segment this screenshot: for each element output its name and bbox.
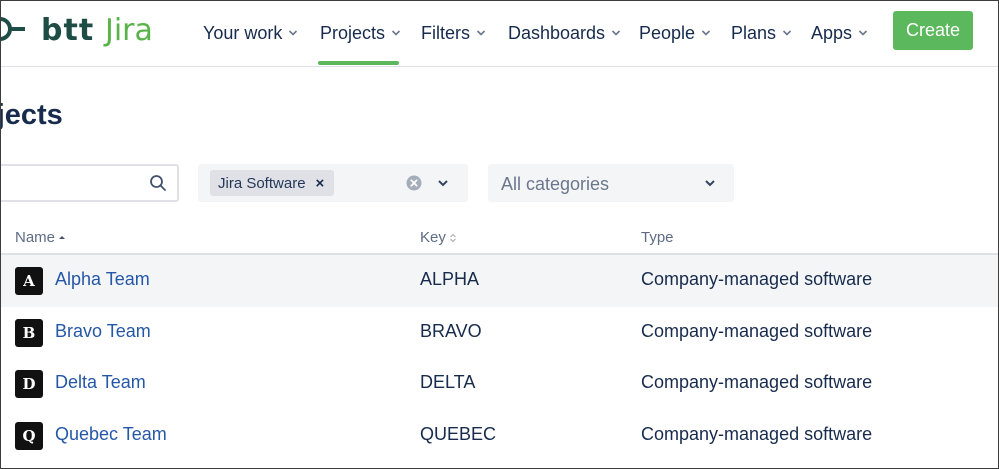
project-type: Company-managed software xyxy=(641,372,873,392)
chevron-down-icon xyxy=(289,30,298,36)
project-key: DELTA xyxy=(420,372,476,392)
project-avatar: A xyxy=(15,267,43,295)
chevron-down-icon[interactable] xyxy=(437,177,449,189)
nav-projects-label: Projects xyxy=(320,22,386,43)
create-button[interactable]: Create xyxy=(893,11,973,50)
top-navigation: btt Jira Your work Projects Filters Dash… xyxy=(1,1,998,67)
logo-mark-icon xyxy=(1,17,25,41)
nav-filters[interactable]: Filters xyxy=(421,19,486,47)
nav-projects[interactable]: Projects xyxy=(320,19,401,47)
table-row: B Bravo Team BRAVO Company-managed softw… xyxy=(1,307,998,359)
project-avatar: D xyxy=(15,370,43,398)
search-icon[interactable] xyxy=(149,174,167,192)
page-title: ojects xyxy=(1,99,63,131)
chevron-down-icon xyxy=(476,30,486,36)
logo-text-jira: Jira xyxy=(105,13,153,48)
column-header-type: Type xyxy=(641,229,674,246)
product-filter-tag: Jira Software × xyxy=(210,170,335,196)
chevron-down-icon xyxy=(701,30,711,36)
chevron-down-icon xyxy=(391,30,401,36)
chevron-down-icon xyxy=(782,30,792,36)
sort-icon xyxy=(449,233,456,242)
project-key: QUEBEC xyxy=(420,424,497,444)
project-name-link[interactable]: Bravo Team xyxy=(55,321,151,342)
nav-dashboards-label: Dashboards xyxy=(508,22,606,43)
project-name-link[interactable]: Alpha Team xyxy=(55,269,150,290)
column-header-type-label: Type xyxy=(641,229,674,246)
sort-ascending-icon xyxy=(59,235,66,239)
nav-your-work-label: Your work xyxy=(203,22,283,43)
project-key: BRAVO xyxy=(420,321,482,341)
project-type: Company-managed software xyxy=(641,269,873,289)
nav-plans-label: Plans xyxy=(731,22,777,43)
logo-text-btt: btt xyxy=(41,13,95,48)
category-filter-select[interactable]: All categories xyxy=(488,164,734,202)
chevron-down-icon xyxy=(611,30,621,36)
table-row: D Delta Team DELTA Company-managed softw… xyxy=(1,358,998,410)
nav-active-indicator xyxy=(318,61,399,65)
table-row: Q Quebec Team QUEBEC Company-managed sof… xyxy=(1,410,998,462)
search-input[interactable] xyxy=(1,166,143,200)
column-header-key-label: Key xyxy=(420,229,446,246)
project-avatar: B xyxy=(15,319,43,347)
column-header-name-label: Name xyxy=(15,229,56,246)
nav-apps-label: Apps xyxy=(811,22,853,43)
clear-circle-icon[interactable] xyxy=(406,175,422,191)
product-filter-select[interactable]: Jira Software × xyxy=(198,164,468,202)
app-window: btt Jira Your work Projects Filters Dash… xyxy=(0,0,999,469)
project-type: Company-managed software xyxy=(641,424,873,444)
remove-tag-button[interactable]: × xyxy=(316,175,325,192)
product-filter-tag-label: Jira Software xyxy=(218,174,306,192)
project-avatar: Q xyxy=(15,422,43,450)
chevron-down-icon[interactable] xyxy=(704,177,716,189)
nav-people-label: People xyxy=(639,22,696,43)
project-name-link[interactable]: Quebec Team xyxy=(55,424,167,445)
project-name-link[interactable]: Delta Team xyxy=(55,372,146,393)
nav-people[interactable]: People xyxy=(639,19,711,47)
column-header-key[interactable]: Key xyxy=(420,229,457,246)
nav-filters-label: Filters xyxy=(421,22,470,43)
project-key: ALPHA xyxy=(420,269,480,289)
category-placeholder: All categories xyxy=(501,174,610,194)
nav-dashboards[interactable]: Dashboards xyxy=(508,19,621,47)
nav-plans[interactable]: Plans xyxy=(731,19,792,47)
project-type: Company-managed software xyxy=(641,321,873,341)
column-header-name[interactable]: Name xyxy=(15,229,66,246)
nav-your-work[interactable]: Your work xyxy=(203,19,298,47)
chevron-down-icon xyxy=(858,30,868,36)
nav-apps[interactable]: Apps xyxy=(811,19,868,47)
search-field[interactable] xyxy=(1,164,179,202)
table-row: A Alpha Team ALPHA Company-managed softw… xyxy=(1,255,998,307)
